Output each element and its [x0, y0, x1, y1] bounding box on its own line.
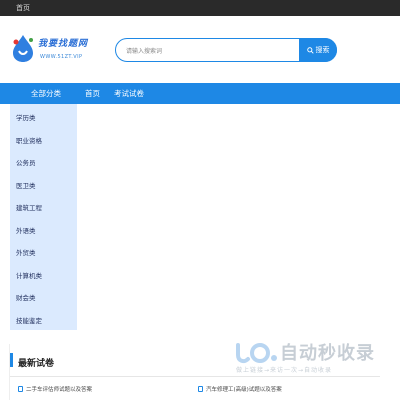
- watermark-brand: 自动秒收录: [280, 343, 375, 364]
- site-logo[interactable]: 我要找题网 WWW.51ZT.VIP: [10, 30, 96, 70]
- sidebar-item-qualification[interactable]: 职业资格: [16, 135, 42, 145]
- topbar-home-link[interactable]: 首页: [16, 3, 30, 13]
- search-box: 搜索: [115, 38, 337, 62]
- list-item-label: 汽车修理工(高级)试题以及答案: [206, 387, 282, 393]
- document-icon: [198, 386, 203, 392]
- main-nav: 全部分类 首页 考试试卷: [0, 83, 400, 104]
- nav-exams[interactable]: 考试试卷: [114, 88, 144, 99]
- search-button-label: 搜索: [315, 46, 330, 54]
- sidebar-item-computer[interactable]: 计算机类: [16, 270, 42, 280]
- sidebar-item-education[interactable]: 学历类: [16, 112, 36, 122]
- sidebar-item-construction[interactable]: 建筑工程: [16, 202, 42, 212]
- search-icon: [306, 46, 314, 54]
- sidebar-item-foreign-trade[interactable]: 外贸类: [16, 247, 36, 257]
- watermark-logo-icon: [236, 343, 277, 364]
- logo-english-text: WWW.51ZT.VIP: [40, 54, 83, 60]
- document-icon: [18, 386, 23, 392]
- logo-drop-icon: [13, 35, 33, 62]
- top-bar: 首页: [0, 0, 400, 16]
- nav-all-categories[interactable]: 全部分类: [31, 88, 61, 99]
- watermark-subtitle: 做上链接→来访一次→自动收录: [236, 367, 333, 374]
- list-item[interactable]: 二手车评估师试题以及答案: [18, 385, 92, 393]
- logo-chinese-text: 我要找题网: [38, 39, 89, 49]
- latest-exams-title: 最新试卷: [18, 359, 55, 369]
- nav-home[interactable]: 首页: [85, 88, 100, 99]
- category-sidebar: 学历类 职业资格 公务员 医卫类 建筑工程 外语类 外贸类 计算机类 财会类 技…: [10, 104, 77, 330]
- section-title-accent: [10, 353, 13, 367]
- list-item-label: 二手车评估师试题以及答案: [26, 387, 93, 393]
- sidebar-item-foreign-language[interactable]: 外语类: [16, 225, 36, 235]
- sidebar-item-civil-servant[interactable]: 公务员: [16, 157, 36, 167]
- list-item[interactable]: 汽车修理工(高级)试题以及答案: [198, 385, 282, 393]
- watermark: 自动秒收录 做上链接→来访一次→自动收录: [234, 337, 384, 377]
- sidebar-item-skills[interactable]: 技能鉴定: [16, 315, 42, 325]
- search-button[interactable]: 搜索: [299, 38, 337, 62]
- search-input[interactable]: [126, 45, 296, 57]
- sidebar-item-medical[interactable]: 医卫类: [16, 180, 36, 190]
- sidebar-item-accounting[interactable]: 财会类: [16, 292, 36, 302]
